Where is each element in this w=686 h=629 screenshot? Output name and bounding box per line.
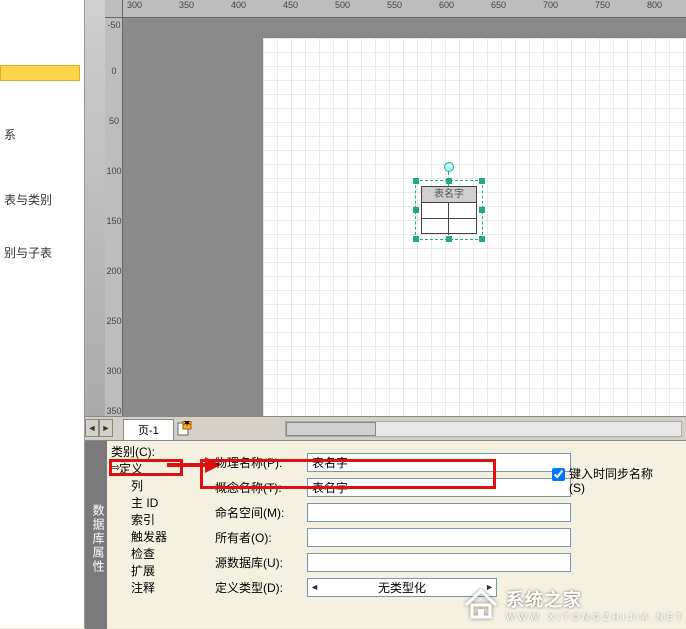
ruler-tick: 450 — [283, 0, 298, 18]
ruler-tick: 350 — [179, 0, 194, 18]
ruler-tick: 200 — [105, 266, 123, 276]
owner-label: 所有者(O): — [215, 529, 307, 546]
ruler-tick: 300 — [105, 366, 123, 376]
ruler-corner — [105, 0, 123, 18]
ruler-tick: 400 — [231, 0, 246, 18]
ruler-tick: 750 — [595, 0, 610, 18]
namespace-label: 命名空间(M): — [215, 504, 307, 521]
watermark-title: 系统之家 — [506, 586, 682, 612]
left-gutter — [85, 0, 105, 440]
ruler-tick: 250 — [105, 316, 123, 326]
watermark: 系统之家 W W W . X I T O N G Z H I J I A . N… — [462, 586, 682, 622]
svg-text:✶: ✶ — [182, 421, 192, 430]
source-db-input[interactable] — [307, 553, 571, 572]
ruler-tick: 800 — [647, 0, 662, 18]
new-page-tab-button[interactable]: ✶ — [176, 419, 194, 437]
outline-panel: 系 表与类别 别与子表 — [0, 0, 85, 440]
horizontal-scrollbar[interactable] — [285, 421, 682, 437]
definition-type-value: 无类型化 — [378, 579, 426, 596]
chevron-left-icon[interactable]: ◄ — [310, 582, 319, 592]
resize-handle[interactable] — [479, 207, 485, 213]
sync-name-label: 键入时同步名称(S) — [569, 467, 662, 495]
ruler-tick: 150 — [105, 216, 123, 226]
annotation-highlight-physical-name — [200, 459, 496, 489]
outline-item-relation[interactable]: 系 — [0, 125, 84, 146]
sync-name-checkbox-row[interactable]: 键入时同步名称(S) — [552, 467, 662, 495]
resize-handle[interactable] — [413, 207, 419, 213]
resize-handle[interactable] — [479, 178, 485, 184]
outline-panel-lower — [0, 440, 85, 628]
canvas[interactable]: 表名字 — [123, 18, 686, 416]
ruler-tick: -50 — [105, 20, 123, 30]
work-area: 300 350 400 450 500 550 600 650 700 750 … — [85, 0, 686, 440]
ruler-tick: 0 — [105, 66, 123, 76]
ruler-tick: 550 — [387, 0, 402, 18]
ruler-tick: 100 — [105, 166, 123, 176]
selection-box — [415, 180, 483, 240]
ruler-tick: 50 — [105, 116, 123, 126]
rotation-anchor[interactable] — [444, 162, 454, 172]
house-icon — [462, 587, 500, 621]
scrollbar-thumb[interactable] — [286, 422, 376, 436]
properties-pane-title: 数据库属性 — [85, 441, 107, 629]
ruler-tick: 600 — [439, 0, 454, 18]
ruler-tick: 500 — [335, 0, 350, 18]
resize-handle[interactable] — [413, 236, 419, 242]
page-tab[interactable]: 页-1 — [123, 419, 174, 440]
outline-item-subtable[interactable]: 别与子表 — [0, 243, 84, 264]
ruler-tick: 650 — [491, 0, 506, 18]
drawing-page[interactable]: 表名字 — [263, 38, 686, 416]
outline-item-table-category[interactable]: 表与类别 — [0, 190, 84, 211]
ruler-tick: 350 — [105, 406, 123, 416]
sync-name-checkbox[interactable] — [552, 468, 565, 481]
outline-highlight-bar — [0, 65, 80, 81]
resize-handle[interactable] — [413, 178, 419, 184]
owner-input[interactable] — [307, 528, 571, 547]
source-db-label: 源数据库(U): — [215, 554, 307, 571]
ruler-horizontal[interactable]: 300 350 400 450 500 550 600 650 700 750 … — [123, 0, 686, 18]
ruler-vertical[interactable]: -50 0 50 100 150 200 250 300 350 — [105, 18, 123, 416]
resize-handle[interactable] — [446, 236, 452, 242]
ruler-tick: 700 — [543, 0, 558, 18]
page-tab-bar: ◄ ► 页-1 ✶ — [85, 416, 686, 440]
resize-handle[interactable] — [446, 178, 452, 184]
definition-type-label: 定义类型(D): — [215, 579, 307, 596]
ruler-tick: 300 — [127, 0, 142, 18]
tab-nav-prev-button[interactable]: ◄ — [85, 419, 99, 437]
watermark-url: W W W . X I T O N G Z H I J I A . N E T — [506, 612, 682, 622]
resize-handle[interactable] — [479, 236, 485, 242]
table-shape-selected[interactable]: 表名字 — [421, 186, 477, 234]
namespace-input[interactable] — [307, 503, 571, 522]
